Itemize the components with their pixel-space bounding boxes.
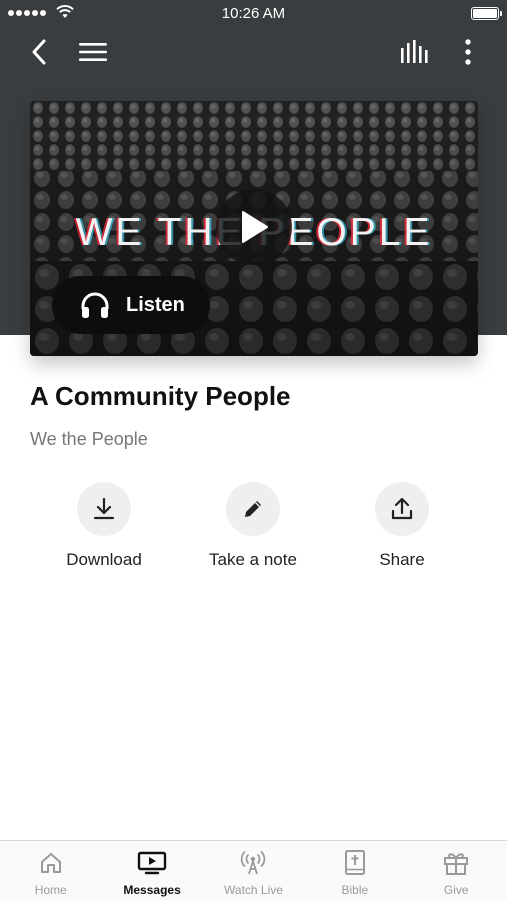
pencil-icon (226, 482, 280, 536)
audio-levels-icon (401, 40, 428, 63)
tab-home-label: Home (34, 883, 67, 897)
bible-icon (344, 850, 366, 876)
headphones-icon (80, 291, 110, 319)
listen-label: Listen (126, 293, 185, 316)
share-label: Share (379, 550, 425, 569)
battery-icon (471, 7, 502, 20)
more-vertical-icon (465, 39, 471, 65)
take-note-label: Take a note (209, 550, 297, 569)
tab-messages-label: Messages (123, 883, 181, 897)
status-bar: 10:26 AM (0, 0, 507, 28)
download-label: Download (66, 550, 142, 569)
gift-icon (443, 850, 469, 876)
home-icon (39, 850, 63, 876)
tab-bible-label: Bible (341, 883, 369, 897)
sermon-title: A Community People (30, 381, 291, 411)
share-icon (375, 482, 429, 536)
chevron-left-icon (32, 39, 46, 65)
tab-home[interactable]: Home (0, 841, 101, 900)
more-options-button[interactable] (454, 34, 482, 70)
tab-messages[interactable]: Messages (101, 841, 202, 900)
hamburger-icon (79, 43, 107, 61)
download-button[interactable]: Download (24, 482, 184, 570)
status-time: 10:26 AM (221, 5, 286, 22)
tab-bible[interactable]: Bible (304, 841, 405, 900)
take-note-button[interactable]: Take a note (173, 482, 333, 570)
series-name: We the People (30, 429, 148, 449)
messages-tv-icon (137, 850, 167, 876)
share-button[interactable]: Share (322, 482, 482, 570)
broadcast-icon (240, 850, 266, 876)
audio-button[interactable] (396, 34, 434, 70)
tab-watch-live[interactable]: Watch Live (203, 841, 304, 900)
play-icon (242, 211, 268, 243)
back-button[interactable] (22, 34, 56, 70)
tab-watch-live-label: Watch Live (224, 883, 283, 897)
download-icon (77, 482, 131, 536)
tab-give-label: Give (443, 883, 469, 897)
menu-button[interactable] (74, 34, 112, 70)
tab-give[interactable]: Give (406, 841, 507, 900)
play-button[interactable] (216, 189, 292, 265)
listen-button[interactable]: Listen (52, 276, 210, 334)
bottom-tab-bar: Home Messages Watch Live Bible Give (0, 840, 507, 900)
